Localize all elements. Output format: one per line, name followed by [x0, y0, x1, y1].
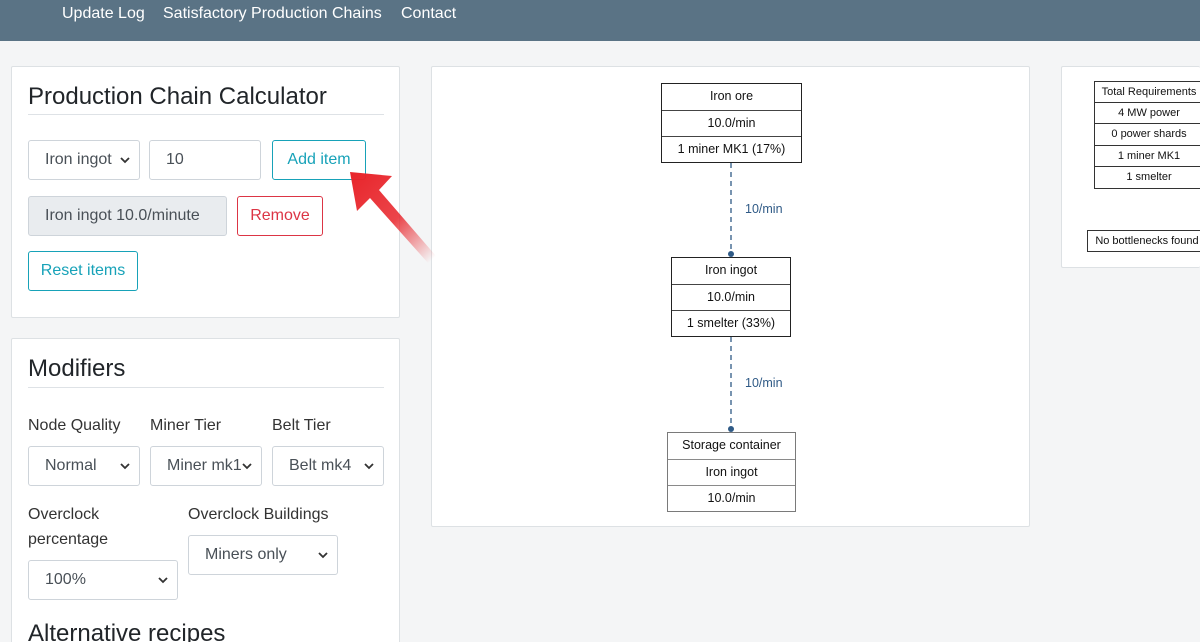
bottlenecks-text: No bottlenecks found: [1087, 230, 1200, 252]
added-item-field: Iron ingot 10.0/minute: [28, 196, 227, 236]
node-quality-label: Node Quality: [28, 417, 121, 434]
nav-production-chains[interactable]: Satisfactory Production Chains: [163, 5, 382, 23]
quantity-input[interactable]: 10: [149, 140, 261, 180]
modifiers-card: Modifiers Node Quality Miner Tier Belt T…: [11, 338, 400, 642]
bottlenecks-box: No bottlenecks found: [1087, 230, 1200, 252]
requirements-row: 1 miner MK1: [1094, 145, 1200, 167]
chevron-down-icon: [364, 463, 374, 470]
node-cell: 1 smelter (33%): [672, 310, 790, 336]
modifiers-title: Modifiers: [28, 355, 126, 382]
graph-card: Iron ore 10.0/min 1 miner MK1 (17%) 10/m…: [431, 66, 1030, 527]
overclock-percentage-value: 100%: [45, 571, 86, 588]
chevron-down-icon: [158, 577, 168, 584]
overclock-buildings-select[interactable]: Miners only: [188, 535, 338, 575]
belt-tier-select[interactable]: Belt mk4: [272, 446, 384, 486]
node-quality-select[interactable]: Normal: [28, 446, 140, 486]
chevron-down-icon: [120, 157, 130, 164]
calculator-card: Production Chain Calculator Iron ingot 1…: [11, 66, 400, 318]
top-navbar: Update Log Satisfactory Production Chain…: [0, 0, 1200, 41]
graph-node-iron-ore: Iron ore 10.0/min 1 miner MK1 (17%): [661, 83, 802, 163]
overclock-percentage-select[interactable]: 100%: [28, 560, 178, 600]
overclock-percentage-label-line1: Overclock: [28, 506, 100, 523]
item-select-value: Iron ingot: [45, 151, 112, 168]
belt-tier-label: Belt Tier: [272, 417, 331, 434]
title-divider: [28, 114, 384, 115]
title-divider: [28, 387, 384, 388]
overclock-buildings-value: Miners only: [205, 546, 287, 563]
requirements-card: Total Requirements 4 MW power 0 power sh…: [1061, 66, 1200, 268]
chevron-down-icon: [318, 552, 328, 559]
miner-tier-value: Miner mk1: [167, 457, 242, 474]
chevron-down-icon: [242, 463, 252, 470]
alternative-recipes-title: Alternative recipes: [28, 620, 226, 642]
requirements-row: 4 MW power: [1094, 102, 1200, 124]
requirements-row: 1 smelter: [1094, 167, 1200, 189]
requirements-header: Total Requirements: [1094, 81, 1200, 103]
overclock-percentage-label-line2: percentage: [28, 531, 109, 548]
node-cell: 10.0/min: [672, 284, 790, 310]
graph-node-storage-container: Storage container Iron ingot 10.0/min: [667, 432, 796, 512]
node-cell: Storage container: [682, 438, 781, 452]
node-cell: 10.0/min: [662, 110, 801, 136]
requirements-table: Total Requirements 4 MW power 0 power sh…: [1094, 81, 1200, 189]
chevron-down-icon: [120, 463, 130, 470]
node-cell: Iron ingot: [704, 263, 758, 277]
miner-tier-select[interactable]: Miner mk1: [150, 446, 262, 486]
belt-tier-value: Belt mk4: [289, 457, 352, 474]
node-quality-value: Normal: [45, 457, 97, 474]
graph-node-iron-ingot: Iron ingot 10.0/min 1 smelter (33%): [671, 257, 791, 337]
miner-tier-label: Miner Tier: [150, 417, 222, 434]
reset-items-button[interactable]: Reset items: [28, 251, 138, 291]
item-select[interactable]: Iron ingot: [28, 140, 140, 180]
node-cell: Iron ingot: [668, 459, 795, 485]
node-cell: 1 miner MK1 (17%): [662, 136, 801, 162]
overclock-buildings-label: Overclock Buildings: [188, 506, 329, 523]
node-cell: 10.0/min: [668, 485, 795, 511]
edge-label: 10/min: [745, 376, 783, 390]
nav-update-log[interactable]: Update Log: [62, 5, 145, 23]
requirements-row: 0 power shards: [1094, 124, 1200, 146]
add-item-button[interactable]: Add item: [272, 140, 366, 180]
node-cell: Iron ore: [709, 89, 754, 103]
calculator-title: Production Chain Calculator: [28, 83, 327, 110]
nav-contact[interactable]: Contact: [401, 5, 456, 23]
edge-label: 10/min: [745, 202, 783, 216]
remove-button[interactable]: Remove: [237, 196, 323, 236]
